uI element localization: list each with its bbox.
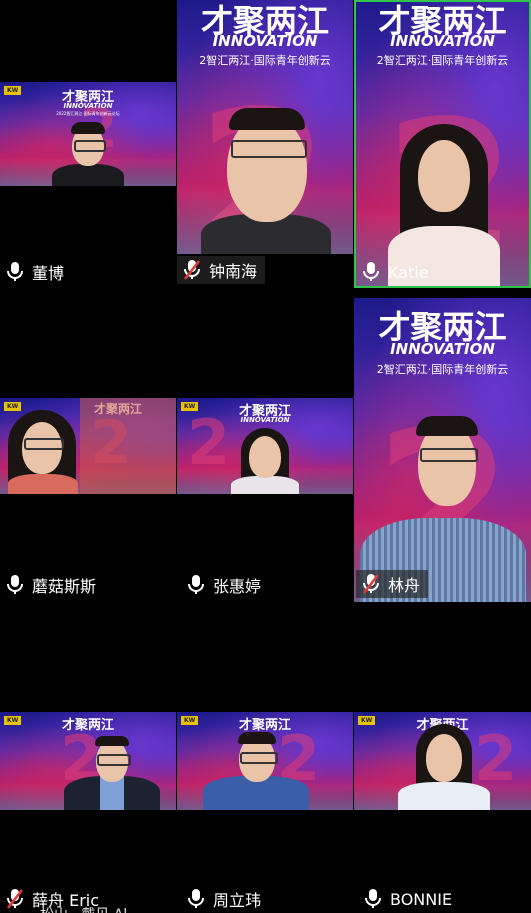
participant-name-tag: 蘑菇斯斯 — [0, 571, 104, 599]
event-banner: INNOVATION — [63, 102, 113, 110]
event-subtitle: 2022智汇两江·国际青年创新云论坛 — [56, 111, 120, 116]
video-feed: 2 KW 才聚两江 INNOVATION 2022智汇两江·国际青年创新云论坛 — [0, 82, 176, 186]
participant-name: BONNIE — [390, 889, 453, 909]
overflow-participant-label: 松山 · 戴见 Al — [40, 904, 127, 913]
participant-name-tag: Katie — [356, 258, 437, 286]
participant-name-tag: 钟南海 — [177, 256, 266, 284]
event-title: 才聚两江 — [61, 718, 114, 733]
participant-video-person — [227, 424, 303, 494]
event-subtitle: 2智汇两江·国际青年创新云 — [376, 54, 509, 67]
microphone-icon — [187, 888, 205, 910]
participant-tile-katie[interactable]: 2 才聚两江 INNOVATION 2智汇两江·国际青年创新云 Katie — [354, 0, 531, 288]
participant-name-tag: 张惠婷 — [181, 571, 269, 599]
participant-name-tag: 林舟 — [356, 570, 429, 598]
participant-video-person — [394, 720, 494, 810]
participant-video-person — [2, 404, 82, 494]
participant-tile-zhoulihui[interactable]: 2 KW 才聚两江 周立玮 — [177, 612, 353, 913]
participant-name: 周立玮 — [213, 891, 262, 910]
microphone-muted-icon — [6, 888, 24, 910]
participant-name: 董博 — [32, 264, 65, 283]
microphone-icon — [362, 261, 380, 283]
video-feed: 2 KW 才聚两江 — [177, 712, 353, 810]
participant-name: Katie — [388, 262, 429, 282]
event-banner: INNOVATION — [212, 32, 318, 50]
event-banner: INNOVATION — [390, 340, 495, 358]
participant-tile-dongbo[interactable]: 2 KW 才聚两江 INNOVATION 2022智汇两江·国际青年创新云论坛 … — [0, 0, 176, 288]
participant-name: 钟南海 — [209, 262, 258, 281]
video-feed: 2 才聚两江 INNOVATION 2智汇两江·国际青年创新云 — [177, 0, 353, 254]
microphone-icon — [6, 574, 24, 596]
microphone-muted-icon — [183, 259, 201, 281]
event-banner: INNOVATION — [240, 416, 290, 424]
participant-name-tag: BONNIE — [358, 885, 460, 913]
microphone-muted-icon — [362, 573, 380, 595]
participant-name: 林舟 — [388, 576, 421, 595]
event-banner: INNOVATION — [390, 32, 495, 50]
participant-name: 张惠婷 — [213, 577, 262, 596]
participant-name-tag: 周立玮 — [181, 885, 269, 913]
participant-video-person — [201, 104, 331, 254]
event-subtitle: 2智汇两江·国际青年创新云 — [199, 54, 331, 67]
participant-tile-xuezhou[interactable]: 2 KW 才聚两江 薛舟 Eric 松山 · 戴见 Al — [0, 612, 176, 913]
video-feed: 2 KW 才聚两江 INNOVATION — [177, 398, 353, 494]
video-feed: 2 才聚两江 INNOVATION 2智汇两江·国际青年创新云 — [354, 0, 531, 286]
video-feed: 2 KW 才聚两江 — [0, 712, 176, 810]
participant-name-tag: 董博 — [0, 258, 72, 286]
microphone-icon — [364, 888, 382, 910]
participant-video-person — [201, 730, 311, 810]
event-subtitle: 2智汇两江·国际青年创新云 — [376, 363, 509, 376]
participant-tile-zhongnanhai[interactable]: 2 才聚两江 INNOVATION 2智汇两江·国际青年创新云 钟南海 — [177, 0, 353, 288]
participant-tile-zhanghuiting[interactable]: 2 KW 才聚两江 INNOVATION 张惠婷 — [177, 298, 353, 604]
participant-video-person — [48, 118, 128, 186]
video-feed: 2 KW 才聚两江 — [354, 712, 531, 810]
microphone-icon — [187, 574, 205, 596]
participant-tile-linzhou[interactable]: 2 才聚两江 INNOVATION 2智汇两江·国际青年创新云 林舟 — [354, 298, 531, 604]
participant-tile-bonnie[interactable]: 2 KW 才聚两江 BONNIE — [354, 612, 531, 913]
video-feed: 2 才聚两江 INNOVATION 2智汇两江·国际青年创新云 — [354, 298, 531, 602]
participant-name: 蘑菇斯斯 — [32, 577, 97, 596]
participant-video-person — [62, 732, 162, 810]
microphone-icon — [6, 261, 24, 283]
participant-tile-moguss[interactable]: 2 KW 才聚两江 蘑菇斯斯 — [0, 298, 176, 604]
video-feed: 2 KW 才聚两江 — [0, 398, 176, 494]
